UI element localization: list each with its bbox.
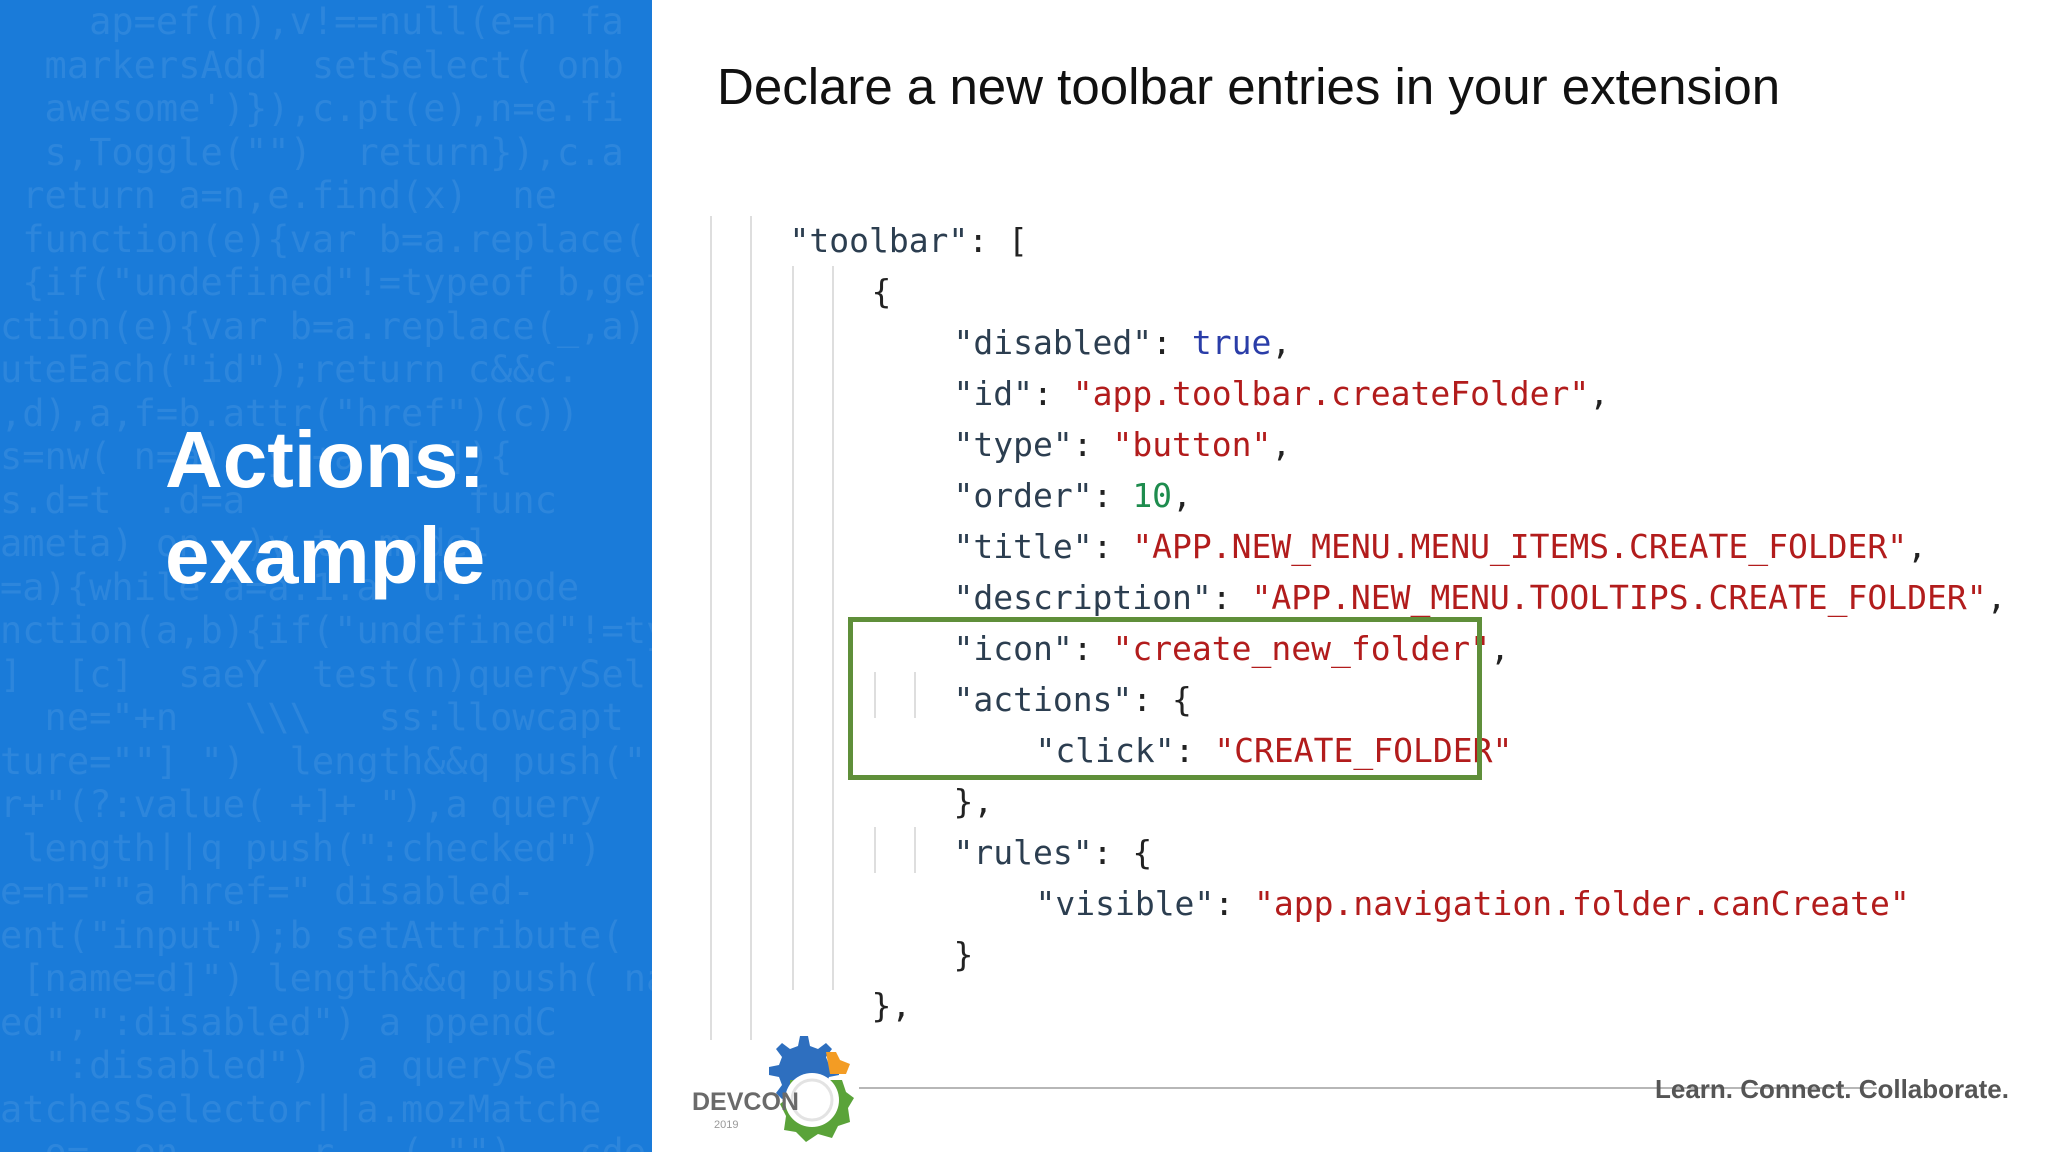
code-line-open-brace: { [792, 215, 891, 311]
visible-value: "app.navigation.folder.canCreate" [1254, 884, 1910, 923]
background-code-line: markersAdd setSelect( onb [0, 43, 624, 87]
panel-title-line1: Actions: [165, 415, 485, 504]
background-code-line: [name=d]") length&&q push( na [0, 957, 652, 1000]
visible-key: "visible" [1035, 884, 1215, 923]
code-line-type: "type": "button", [953, 425, 1292, 464]
actions-highlight-box [848, 617, 1482, 780]
background-code-line: nction(a,b){if("undefined"!=typ [0, 609, 652, 652]
panel-title: Actions: example [165, 412, 485, 604]
background-code-line: ed",":disabled") a ppendC [0, 1000, 557, 1044]
background-code-line: ture=""] ") length&&q push(" [ [0, 739, 652, 783]
footer: DEVCON 2019 Learn. Connect. Collaborate. [652, 1010, 2048, 1152]
panel-title-line2: example [165, 511, 486, 600]
logo-year: 2019 [714, 1119, 738, 1131]
background-code-line: awesome')}),c.pt(e),n=e.fi [0, 87, 624, 130]
devcon-logo: DEVCON 2019 [692, 1036, 854, 1142]
code-line-item-close: }, [792, 929, 911, 1025]
background-code-line: ap=ef(n),v!==null(e=n fa [0, 0, 624, 43]
slide-heading: Declare a new toolbar entries in your ex… [717, 58, 1781, 115]
background-code-line: return a=n,e.find(x) ne [0, 174, 557, 217]
background-code-line: e=n=""a href=" disabled- [0, 870, 535, 913]
indent-guide [750, 216, 752, 1040]
background-code-line: ne="+n \\\ ss:llowcapt [0, 696, 624, 739]
background-code-line: uteEach("id");return c&&c. [0, 348, 580, 391]
background-code-line: r+"(?:value( +]+ "),a query [0, 783, 602, 826]
background-code-line: ent("input");b setAttribute( [0, 913, 624, 957]
code-line-rules-close: } [874, 878, 973, 974]
background-code-line: ction(e){var b=a.replace(_,a) [0, 304, 647, 348]
code-line-order: "order": 10, [953, 476, 1192, 515]
background-code-line: ":disabled") a querySe [0, 1044, 557, 1087]
background-code-line: function(e){var b=a.replace( [0, 217, 647, 261]
code-line-title: "title": "APP.NEW_MENU.MENU_ITEMS.CREATE… [953, 527, 1928, 566]
code-line-icon: "icon": "create_new_folder", [953, 629, 1510, 668]
code-line-visible: "visible": "app.navigation.folder.canCre… [1035, 884, 1910, 923]
background-code-line: length||q push(":checked") [0, 826, 602, 870]
indent-guide [710, 216, 712, 1040]
rules-close-brace: } [953, 935, 974, 974]
background-code-line: ] [c] saeY test(n)querySel [0, 652, 647, 696]
left-panel: ap=ef(n),v!==null(e=n fa markersAdd setS… [0, 0, 652, 1152]
footer-tagline: Learn. Connect. Collaborate. [1655, 1074, 2009, 1104]
indent-guide [832, 266, 834, 990]
background-code-line: {if("undefined"!=typeof b,get [0, 261, 652, 304]
background-code-line: s,Toggle("") return}),c.a [0, 130, 624, 174]
code-line-id: "id": "app.toolbar.createFolder", [953, 374, 1610, 413]
open-bracket: : [ [968, 221, 1028, 260]
code-line-toolbar: "toolbar": [ [710, 164, 1027, 260]
background-code-line: o= en r ( ""), cde [0, 1131, 652, 1152]
indent-guide [792, 266, 794, 990]
logo-text: DEVCON [692, 1088, 799, 1116]
background-code-line: atchesSelector||a.mozMatche [0, 1087, 602, 1131]
code-line-disabled: "disabled": true, [953, 323, 1292, 362]
code-line-description: "description": "APP.NEW_MENU.TOOLTIPS.CR… [953, 578, 2007, 617]
code-line-rules: "rules": { [953, 833, 1153, 872]
